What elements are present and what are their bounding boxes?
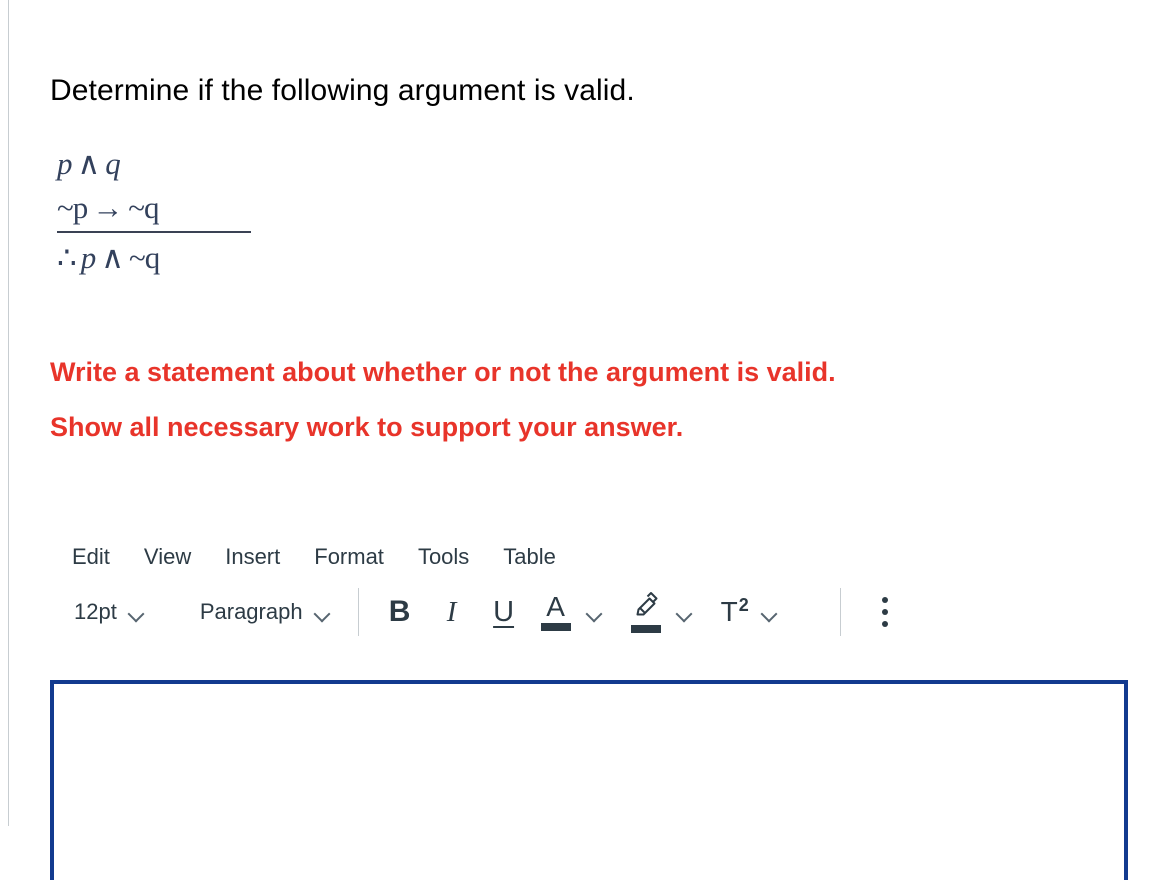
italic-icon: I: [446, 595, 457, 628]
toolbar-divider: [839, 588, 841, 636]
text-color-dropdown[interactable]: [581, 589, 607, 635]
kebab-dot-icon: [881, 597, 888, 603]
question-content: Determine if the following argument is v…: [0, 0, 1164, 880]
menu-table[interactable]: Table: [503, 546, 556, 568]
instruction-line-2: Show all necessary work to support your …: [50, 412, 684, 442]
kebab-dot-icon: [881, 609, 888, 615]
argument-math-block: p ∧ q ~p → ~q ∴ p ∧ ~q: [57, 142, 251, 280]
editor-menubar: Edit View Insert Format Tools Table: [50, 533, 1130, 581]
premise-2-right: ~q: [128, 190, 159, 225]
instruction-line-1: Write a statement about whether or not t…: [50, 357, 836, 387]
highlight-swatch: [630, 625, 661, 633]
menu-tools[interactable]: Tools: [418, 546, 469, 568]
premise-1-left: p: [57, 146, 73, 181]
conclusion-left: p: [80, 240, 97, 275]
text-color-icon: A: [546, 590, 565, 622]
conclusion-right: ~q: [128, 240, 160, 275]
argument-premise-1: p ∧ q: [57, 142, 251, 186]
superscript-icon: T: [720, 596, 738, 627]
answer-textarea-container[interactable]: [50, 680, 1128, 880]
bold-button[interactable]: B: [385, 589, 415, 635]
chevron-down-icon: [128, 608, 144, 617]
chevron-down-icon: [676, 608, 692, 617]
italic-button[interactable]: I: [437, 589, 467, 635]
superscript-button[interactable]: T 2: [720, 595, 749, 627]
underline-button[interactable]: U: [489, 589, 519, 635]
toolbar-divider: [357, 588, 359, 636]
argument-conclusion-wrap: ∴ p ∧ ~q: [57, 236, 251, 280]
premise-2-left: ~p: [57, 190, 88, 225]
menu-insert[interactable]: Insert: [225, 546, 280, 568]
rich-content-editor: Edit View Insert Format Tools Table 12pt…: [50, 533, 1130, 643]
instruction-text: Write a statement about whether or not t…: [50, 345, 1110, 455]
font-size-select[interactable]: 12pt: [72, 595, 146, 629]
kebab-dot-icon: [881, 621, 888, 627]
conclusion-operator: ∧: [101, 240, 124, 275]
block-format-value: Paragraph: [199, 599, 303, 624]
menu-format[interactable]: Format: [314, 546, 384, 568]
more-options-button[interactable]: [871, 589, 899, 635]
highlight-color-button[interactable]: [630, 591, 661, 633]
therefore-symbol: ∴: [57, 240, 77, 275]
editor-toolbar: 12pt Paragraph B I U A T 2: [50, 581, 1130, 643]
font-size-value: 12pt: [74, 599, 117, 624]
premise-2-operator: →: [92, 190, 124, 225]
chevron-down-icon: [314, 608, 330, 617]
highlighter-icon: [631, 591, 661, 622]
highlight-color-dropdown[interactable]: [671, 589, 697, 635]
argument-premise-2: ~p → ~q: [57, 186, 251, 233]
chevron-down-icon: [761, 608, 777, 617]
superscript-exponent: 2: [738, 595, 749, 615]
bold-icon: B: [388, 595, 411, 628]
chevron-down-icon: [586, 608, 602, 617]
answer-input[interactable]: [54, 684, 1124, 880]
text-color-swatch: [540, 622, 571, 631]
premise-1-operator: ∧: [77, 146, 101, 181]
superscript-dropdown[interactable]: [756, 589, 782, 635]
menu-view[interactable]: View: [144, 546, 191, 568]
premise-1-right: q: [105, 146, 121, 181]
block-format-select[interactable]: Paragraph: [198, 595, 332, 629]
text-color-button[interactable]: A: [540, 590, 571, 631]
menu-edit[interactable]: Edit: [72, 546, 110, 568]
question-heading: Determine if the following argument is v…: [50, 74, 635, 107]
underline-icon: U: [493, 595, 515, 628]
argument-conclusion: ∴ p ∧ ~q: [57, 236, 251, 280]
